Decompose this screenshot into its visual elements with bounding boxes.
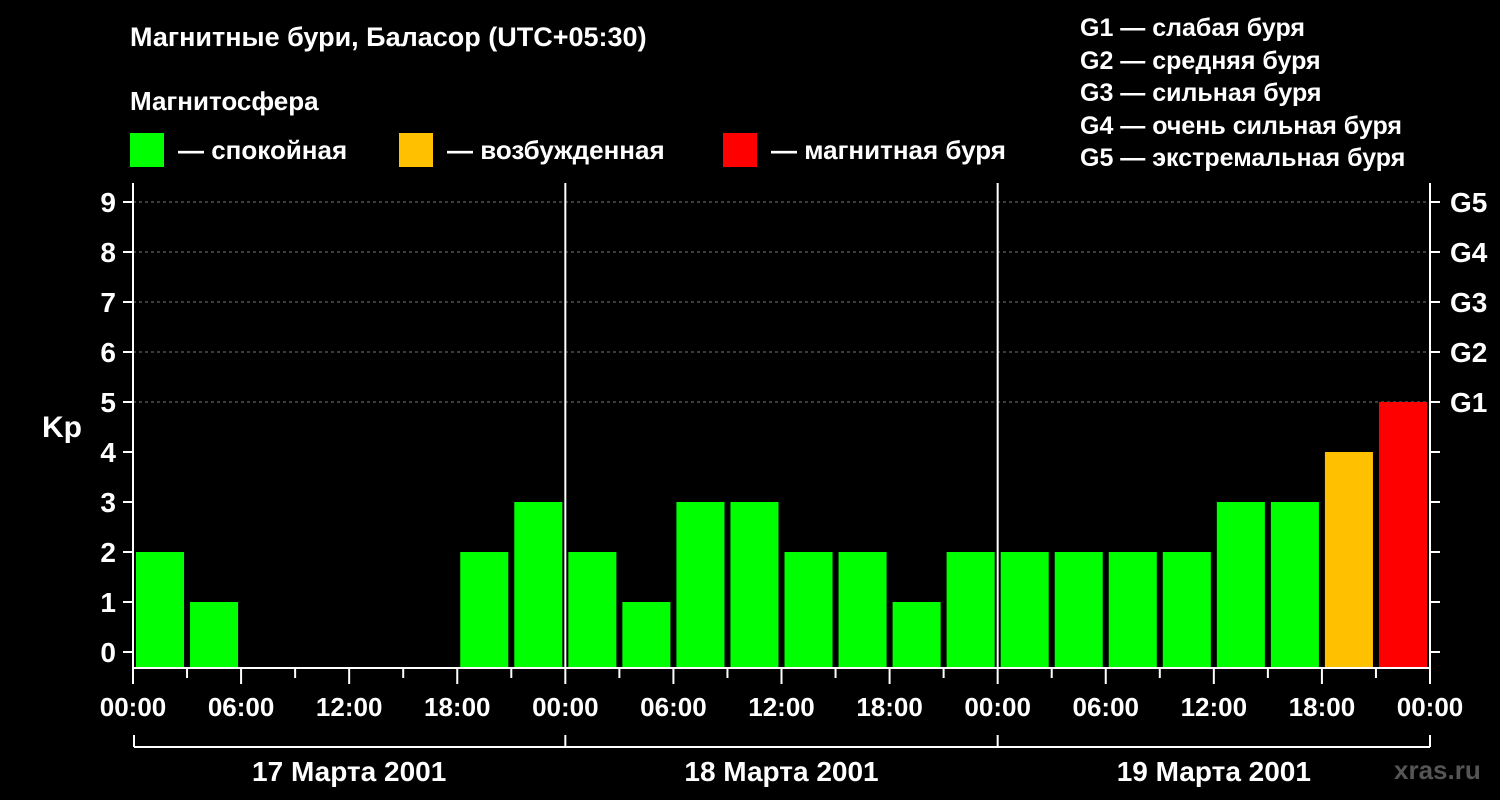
- y-tick-label: 2: [100, 537, 116, 568]
- y-tick-label: 8: [100, 237, 116, 268]
- kp-bar: [730, 502, 779, 668]
- kp-bar: [784, 552, 833, 668]
- x-tick-label: 00:00: [100, 692, 167, 722]
- g-scale-label: G5: [1450, 187, 1487, 218]
- g-scale-label: G4: [1450, 237, 1488, 268]
- kp-bar: [1324, 452, 1373, 668]
- x-tick-label: 06:00: [640, 692, 707, 722]
- y-tick-label: 5: [100, 387, 116, 418]
- x-tick-label: 06:00: [1073, 692, 1140, 722]
- kp-bar: [892, 602, 941, 668]
- y-tick-label: 3: [100, 487, 116, 518]
- kp-bar: [514, 502, 563, 668]
- g-scale-label: G1: [1450, 387, 1487, 418]
- kp-bar: [622, 602, 671, 668]
- kp-bar: [136, 552, 185, 668]
- x-tick-label: 00:00: [1397, 692, 1464, 722]
- y-tick-label: 1: [100, 587, 116, 618]
- day-label: 17 Марта 2001: [252, 756, 446, 787]
- kp-bar: [1054, 552, 1103, 668]
- kp-bar: [1216, 502, 1265, 668]
- kp-bar: [1108, 552, 1157, 668]
- watermark: xras.ru: [1394, 755, 1481, 785]
- x-tick-label: 18:00: [424, 692, 491, 722]
- x-tick-label: 12:00: [1181, 692, 1248, 722]
- kp-bar-chart: 0 1 2 3 4 5 6 7 8 9 G1 G2 G3 G4 G5 00:00 06:00 12:00 18:00…: [100, 183, 1488, 787]
- y-tick-label: 7: [100, 287, 116, 318]
- kp-bar: [676, 502, 725, 668]
- kp-bar: [460, 552, 509, 668]
- day-label: 18 Марта 2001: [684, 756, 878, 787]
- x-tick-label: 06:00: [208, 692, 275, 722]
- x-tick-label: 12:00: [748, 692, 815, 722]
- y-tick-label: 0: [100, 637, 116, 668]
- x-tick-label: 18:00: [856, 692, 923, 722]
- kp-bar: [946, 552, 995, 668]
- day-label: 19 Марта 2001: [1117, 756, 1311, 787]
- g-scale-label: G2: [1450, 337, 1487, 368]
- kp-bar: [568, 552, 617, 668]
- kp-bar: [1000, 552, 1049, 668]
- kp-bar: [1378, 402, 1427, 668]
- x-tick-label: 00:00: [964, 692, 1031, 722]
- y-tick-label: 6: [100, 337, 116, 368]
- y-tick-label: 9: [100, 187, 116, 218]
- x-tick-label: 18:00: [1289, 692, 1356, 722]
- kp-bar: [190, 602, 239, 668]
- kp-bar: [1162, 552, 1211, 668]
- kp-bar: [1270, 502, 1319, 668]
- x-tick-label: 00:00: [532, 692, 599, 722]
- y-tick-label: 4: [100, 437, 116, 468]
- g-scale-label: G3: [1450, 287, 1487, 318]
- kp-bar: [838, 552, 887, 668]
- x-tick-label: 12:00: [316, 692, 383, 722]
